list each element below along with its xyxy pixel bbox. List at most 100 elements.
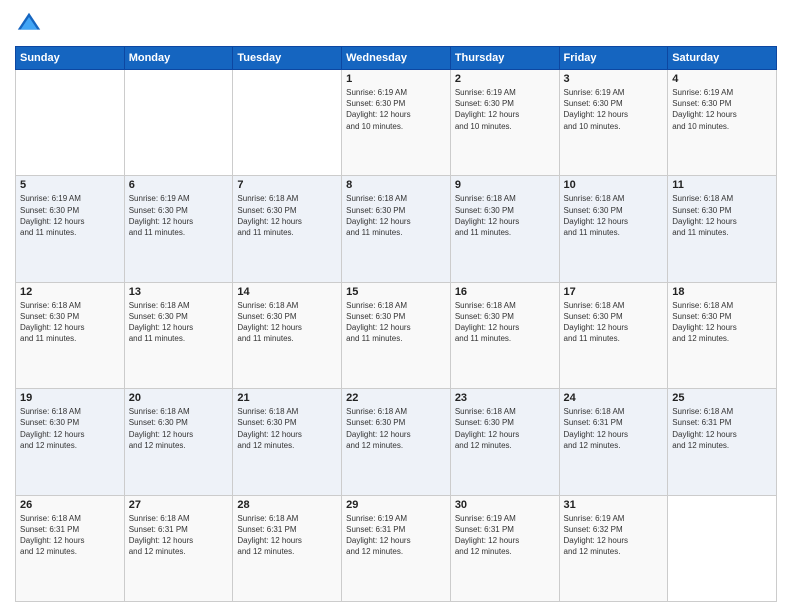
calendar-cell: 28 Sunrise: 6:18 AM Sunset: 6:31 PM Dayli…	[233, 495, 342, 601]
day-info: Sunrise: 6:18 AM Sunset: 6:30 PM Dayligh…	[564, 300, 664, 345]
day-info: Sunrise: 6:18 AM Sunset: 6:30 PM Dayligh…	[672, 300, 772, 345]
day-number: 24	[564, 392, 664, 404]
day-info: Sunrise: 6:19 AM Sunset: 6:31 PM Dayligh…	[455, 513, 555, 558]
day-info: Sunrise: 6:19 AM Sunset: 6:31 PM Dayligh…	[346, 513, 446, 558]
day-number: 21	[237, 392, 337, 404]
day-number: 3	[564, 73, 664, 85]
calendar-cell: 14 Sunrise: 6:18 AM Sunset: 6:30 PM Dayli…	[233, 282, 342, 388]
day-number: 4	[672, 73, 772, 85]
day-number: 1	[346, 73, 446, 85]
day-info: Sunrise: 6:19 AM Sunset: 6:30 PM Dayligh…	[20, 193, 120, 238]
calendar-cell: 20 Sunrise: 6:18 AM Sunset: 6:30 PM Dayli…	[124, 389, 233, 495]
day-info: Sunrise: 6:18 AM Sunset: 6:30 PM Dayligh…	[346, 406, 446, 451]
day-number: 15	[346, 286, 446, 298]
day-number: 18	[672, 286, 772, 298]
calendar-cell: 2Sunrise: 6:19 AM Sunset: 6:30 PM Daylig…	[450, 70, 559, 176]
day-number: 30	[455, 499, 555, 511]
day-info: Sunrise: 6:18 AM Sunset: 6:30 PM Dayligh…	[129, 300, 229, 345]
day-number: 26	[20, 499, 120, 511]
calendar-cell: 17 Sunrise: 6:18 AM Sunset: 6:30 PM Dayli…	[559, 282, 668, 388]
day-info: Sunrise: 6:18 AM Sunset: 6:30 PM Dayligh…	[455, 193, 555, 238]
day-info: Sunrise: 6:18 AM Sunset: 6:30 PM Dayligh…	[20, 300, 120, 345]
calendar-cell: 5 Sunrise: 6:19 AM Sunset: 6:30 PM Daylig…	[16, 176, 125, 282]
day-info: Sunrise: 6:18 AM Sunset: 6:30 PM Dayligh…	[455, 300, 555, 345]
day-number: 31	[564, 499, 664, 511]
day-number: 7	[237, 179, 337, 191]
day-number: 5	[20, 179, 120, 191]
calendar-cell: 27 Sunrise: 6:18 AM Sunset: 6:31 PM Dayli…	[124, 495, 233, 601]
day-number: 9	[455, 179, 555, 191]
day-number: 27	[129, 499, 229, 511]
calendar-cell: 6Sunrise: 6:19 AM Sunset: 6:30 PM Daylig…	[124, 176, 233, 282]
weekday-header-row: SundayMondayTuesdayWednesdayThursdayFrid…	[16, 47, 777, 70]
day-info: Sunrise: 6:19 AM Sunset: 6:30 PM Dayligh…	[564, 87, 664, 132]
day-info: Sunrise: 6:18 AM Sunset: 6:30 PM Dayligh…	[129, 406, 229, 451]
calendar-cell: 15 Sunrise: 6:18 AM Sunset: 6:30 PM Dayli…	[342, 282, 451, 388]
day-info: Sunrise: 6:19 AM Sunset: 6:30 PM Dayligh…	[672, 87, 772, 132]
calendar-cell: 10Sunrise: 6:18 AM Sunset: 6:30 PM Dayli…	[559, 176, 668, 282]
day-number: 25	[672, 392, 772, 404]
calendar-cell: 31Sunrise: 6:19 AM Sunset: 6:32 PM Dayli…	[559, 495, 668, 601]
day-number: 22	[346, 392, 446, 404]
calendar-cell	[124, 70, 233, 176]
day-info: Sunrise: 6:18 AM Sunset: 6:31 PM Dayligh…	[20, 513, 120, 558]
calendar-week-1: 1 Sunrise: 6:19 AM Sunset: 6:30 PM Daylig…	[16, 70, 777, 176]
calendar-cell: 26 Sunrise: 6:18 AM Sunset: 6:31 PM Dayli…	[16, 495, 125, 601]
calendar-cell: 22 Sunrise: 6:18 AM Sunset: 6:30 PM Dayli…	[342, 389, 451, 495]
day-number: 23	[455, 392, 555, 404]
weekday-header-saturday: Saturday	[668, 47, 777, 70]
calendar-cell: 23 Sunrise: 6:18 AM Sunset: 6:30 PM Dayli…	[450, 389, 559, 495]
calendar-week-2: 5 Sunrise: 6:19 AM Sunset: 6:30 PM Daylig…	[16, 176, 777, 282]
calendar-cell: 29 Sunrise: 6:19 AM Sunset: 6:31 PM Dayli…	[342, 495, 451, 601]
day-info: Sunrise: 6:19 AM Sunset: 6:30 PM Dayligh…	[129, 193, 229, 238]
day-info: Sunrise: 6:19 AM Sunset: 6:30 PM Dayligh…	[455, 87, 555, 132]
calendar-cell: 13 Sunrise: 6:18 AM Sunset: 6:30 PM Dayli…	[124, 282, 233, 388]
calendar-cell	[16, 70, 125, 176]
calendar-cell	[668, 495, 777, 601]
calendar-cell: 8 Sunrise: 6:18 AM Sunset: 6:30 PM Daylig…	[342, 176, 451, 282]
day-number: 12	[20, 286, 120, 298]
calendar-cell: 18 Sunrise: 6:18 AM Sunset: 6:30 PM Dayli…	[668, 282, 777, 388]
day-number: 14	[237, 286, 337, 298]
day-info: Sunrise: 6:18 AM Sunset: 6:30 PM Dayligh…	[237, 300, 337, 345]
day-number: 17	[564, 286, 664, 298]
weekday-header-monday: Monday	[124, 47, 233, 70]
day-number: 29	[346, 499, 446, 511]
calendar-cell: 11 Sunrise: 6:18 AM Sunset: 6:30 PM Dayli…	[668, 176, 777, 282]
day-number: 13	[129, 286, 229, 298]
day-number: 16	[455, 286, 555, 298]
weekday-header-tuesday: Tuesday	[233, 47, 342, 70]
calendar-week-3: 12 Sunrise: 6:18 AM Sunset: 6:30 PM Dayli…	[16, 282, 777, 388]
day-info: Sunrise: 6:18 AM Sunset: 6:30 PM Dayligh…	[346, 300, 446, 345]
day-number: 20	[129, 392, 229, 404]
day-info: Sunrise: 6:18 AM Sunset: 6:30 PM Dayligh…	[455, 406, 555, 451]
calendar-week-5: 26 Sunrise: 6:18 AM Sunset: 6:31 PM Dayli…	[16, 495, 777, 601]
day-info: Sunrise: 6:18 AM Sunset: 6:30 PM Dayligh…	[20, 406, 120, 451]
day-info: Sunrise: 6:18 AM Sunset: 6:30 PM Dayligh…	[672, 193, 772, 238]
calendar-cell: 3 Sunrise: 6:19 AM Sunset: 6:30 PM Daylig…	[559, 70, 668, 176]
calendar-cell: 16 Sunrise: 6:18 AM Sunset: 6:30 PM Dayli…	[450, 282, 559, 388]
calendar-week-4: 19Sunrise: 6:18 AM Sunset: 6:30 PM Dayli…	[16, 389, 777, 495]
calendar-cell: 12 Sunrise: 6:18 AM Sunset: 6:30 PM Dayli…	[16, 282, 125, 388]
calendar-cell: 1Sunrise: 6:19 AM Sunset: 6:30 PM Daylig…	[342, 70, 451, 176]
calendar-table: SundayMondayTuesdayWednesdayThursdayFrid…	[15, 46, 777, 602]
day-number: 8	[346, 179, 446, 191]
calendar-cell: 9 Sunrise: 6:18 AM Sunset: 6:30 PM Daylig…	[450, 176, 559, 282]
day-info: Sunrise: 6:18 AM Sunset: 6:30 PM Dayligh…	[237, 193, 337, 238]
calendar-cell: 19Sunrise: 6:18 AM Sunset: 6:30 PM Dayli…	[16, 389, 125, 495]
calendar-cell: 30 Sunrise: 6:19 AM Sunset: 6:31 PM Dayli…	[450, 495, 559, 601]
day-info: Sunrise: 6:18 AM Sunset: 6:31 PM Dayligh…	[129, 513, 229, 558]
day-info: Sunrise: 6:18 AM Sunset: 6:31 PM Dayligh…	[564, 406, 664, 451]
calendar-cell	[233, 70, 342, 176]
calendar-cell: 24 Sunrise: 6:18 AM Sunset: 6:31 PM Dayli…	[559, 389, 668, 495]
day-number: 28	[237, 499, 337, 511]
calendar-cell: 7 Sunrise: 6:18 AM Sunset: 6:30 PM Daylig…	[233, 176, 342, 282]
day-info: Sunrise: 6:18 AM Sunset: 6:30 PM Dayligh…	[346, 193, 446, 238]
logo	[15, 10, 47, 38]
calendar-cell: 4 Sunrise: 6:19 AM Sunset: 6:30 PM Daylig…	[668, 70, 777, 176]
weekday-header-sunday: Sunday	[16, 47, 125, 70]
day-number: 11	[672, 179, 772, 191]
weekday-header-friday: Friday	[559, 47, 668, 70]
calendar-cell: 25Sunrise: 6:18 AM Sunset: 6:31 PM Dayli…	[668, 389, 777, 495]
day-info: Sunrise: 6:18 AM Sunset: 6:31 PM Dayligh…	[237, 513, 337, 558]
